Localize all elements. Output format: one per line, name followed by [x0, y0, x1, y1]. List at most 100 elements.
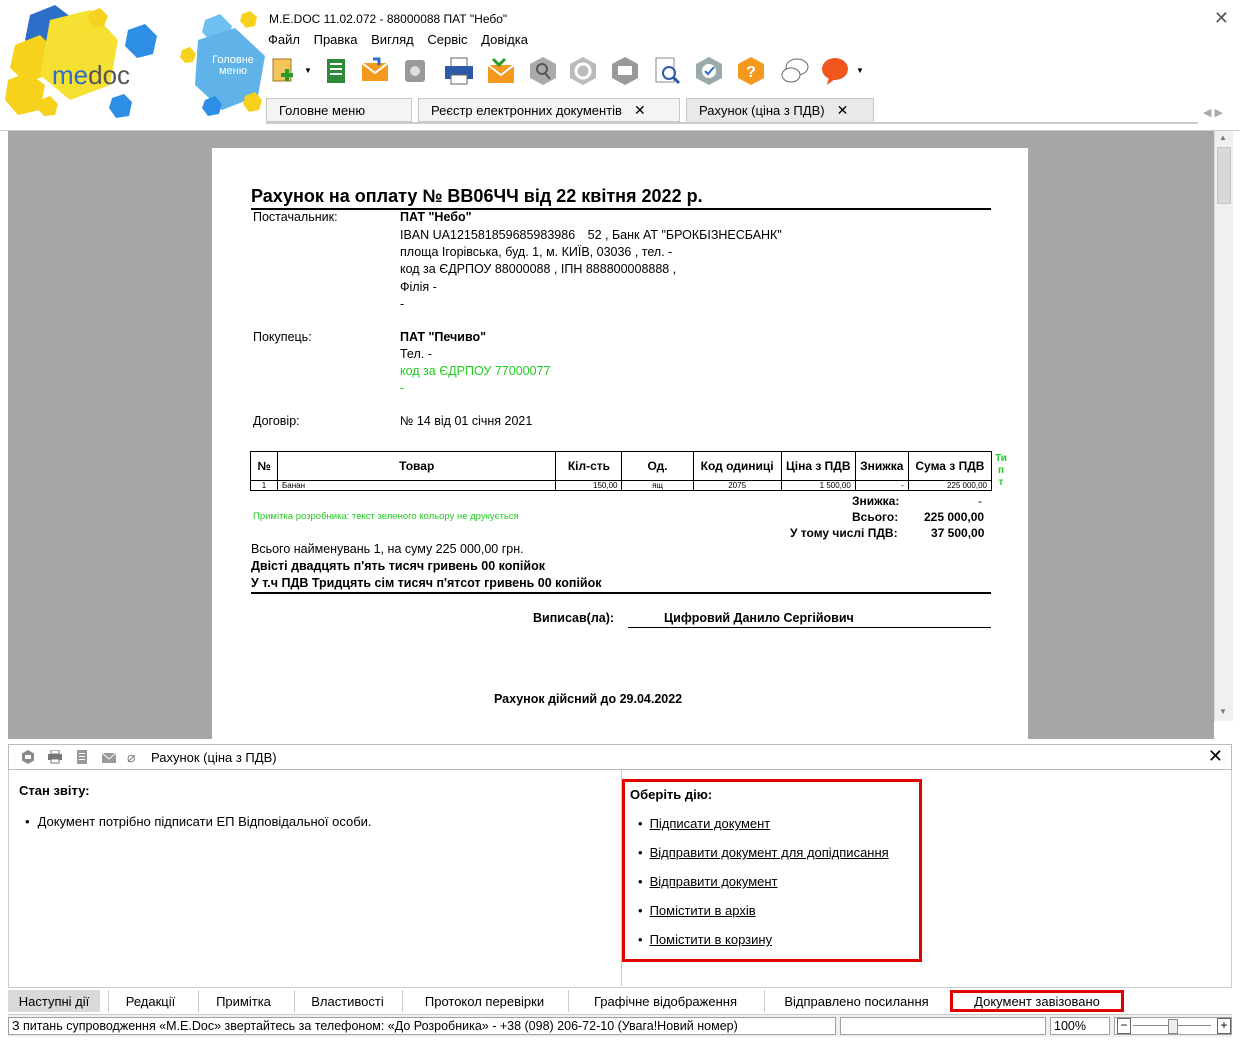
excel-export-icon[interactable]: [318, 54, 352, 88]
cell-no: 1: [249, 480, 279, 491]
supplier-name: ПАТ "Небо": [400, 210, 472, 224]
feedback-dropdown-icon[interactable]: ▼: [856, 66, 864, 75]
zoom-value: 100%: [1050, 1017, 1110, 1035]
menu-help[interactable]: Довідка: [481, 32, 528, 47]
buyer-code: код за ЄДРПОУ 77000077: [400, 364, 551, 378]
issued-by-name: Цифровий Данило Сергійович: [664, 611, 854, 625]
supplier-label: Постачальник:: [253, 210, 338, 224]
check-icon[interactable]: [692, 54, 726, 88]
menu-view[interactable]: Вигляд: [371, 32, 414, 47]
archive-small-icon[interactable]: [21, 750, 35, 764]
tab-note[interactable]: Примітка: [198, 990, 288, 1012]
action-item: • Помістити в корзину: [638, 932, 773, 947]
contract-label: Договір:: [253, 414, 300, 428]
col-header-no: №: [249, 451, 279, 481]
tab-document-approved[interactable]: Документ завізовано: [950, 990, 1124, 1012]
vat-label: У тому числі ПДВ:: [790, 526, 898, 540]
tab-registry[interactable]: Реєстр електронних документів ✕: [418, 98, 680, 122]
chat-icon[interactable]: [778, 54, 812, 88]
type-side-label: Ти п т: [994, 453, 1008, 489]
col-header-qty: Кіл-сть: [555, 451, 623, 481]
tab-link-sent[interactable]: Відправлено посилання: [764, 990, 948, 1012]
print-small-icon[interactable]: [47, 749, 63, 767]
print-icon[interactable]: [442, 54, 476, 88]
invoice-title: Рахунок на оплату № ВВ06ЧЧ від 22 квітня…: [251, 186, 703, 206]
scrollbar-thumb[interactable]: [1217, 147, 1231, 204]
tab-revisions[interactable]: Редакції: [108, 990, 192, 1012]
total-value: 225 000,00: [924, 510, 985, 524]
signature-line: [628, 627, 991, 628]
refresh-icon[interactable]: [566, 54, 600, 88]
scroll-down-icon[interactable]: ▼: [1219, 707, 1227, 716]
vat-in-words: У т.ч ПДВ Тридцять сім тисяч п'ятсот гри…: [251, 576, 602, 590]
feedback-icon[interactable]: [818, 54, 852, 88]
attach-icon[interactable]: ⌀: [127, 749, 135, 766]
excel-small-icon[interactable]: [75, 750, 89, 767]
menu-service[interactable]: Сервіс: [427, 32, 467, 47]
actions-highlight-box: Оберіть дію: • Підписати документ • Відпра…: [622, 779, 922, 962]
tab-invoice-close-icon[interactable]: ✕: [837, 102, 849, 119]
move-to-archive-link[interactable]: Помістити в архів: [650, 903, 756, 918]
sign-document-link[interactable]: Підписати документ: [650, 816, 771, 831]
tab-invoice[interactable]: Рахунок (ціна з ПДВ) ✕: [686, 98, 874, 122]
document-scrollbar[interactable]: ▲ ▼: [1214, 131, 1233, 721]
tab-check-protocol[interactable]: Протокол перевірки: [402, 990, 566, 1012]
search-key-icon[interactable]: [526, 54, 560, 88]
new-document-dropdown-icon[interactable]: ▼: [304, 66, 312, 75]
zoom-in-button[interactable]: +: [1217, 1018, 1231, 1034]
tab-home[interactable]: Головне меню: [266, 98, 412, 122]
discount-value: -: [978, 494, 982, 508]
zoom-out-button[interactable]: −: [1117, 1018, 1131, 1034]
col-header-unit: Од.: [621, 451, 694, 481]
action-item: • Помістити в архів: [638, 903, 756, 918]
tab-graphic-view[interactable]: Графічне відображення: [568, 990, 762, 1012]
send-document-link[interactable]: Відправити документ: [650, 874, 778, 889]
total-label: Всього:: [852, 510, 899, 524]
cell-discount: -: [854, 480, 909, 491]
contract-value: № 14 від 01 січня 2021: [400, 414, 533, 428]
window-close-button[interactable]: ✕: [1214, 8, 1229, 29]
cell-price: 1 500,00: [780, 480, 856, 491]
tab-properties[interactable]: Властивості: [294, 990, 400, 1012]
help-icon[interactable]: ?: [734, 54, 768, 88]
zoom-slider[interactable]: − +: [1114, 1017, 1232, 1035]
supplier-address: площа Ігорівська, буд. 1, м. КИЇВ, 03036…: [400, 245, 673, 259]
title-bar: M.E.DOC 11.02.072 - 88000088 ПАТ "Небо" …: [265, 8, 1235, 32]
invoice-sheet: Рахунок на оплату № ВВ06ЧЧ від 22 квітня…: [212, 148, 1028, 739]
zoom-thumb[interactable]: [1168, 1019, 1178, 1034]
panel-title: Рахунок (ціна з ПДВ): [151, 750, 277, 765]
menu-file[interactable]: Файл: [268, 32, 300, 47]
new-document-icon[interactable]: [266, 54, 300, 88]
panel-body: Стан звіту: • Документ потрібно підписати…: [8, 770, 1232, 988]
goods-table-header: № Товар Кіл-сть Од. Код одиниці Ціна з П…: [249, 451, 993, 481]
archive-icon[interactable]: [608, 54, 642, 88]
send-for-cosign-link[interactable]: Відправити документ для допідписання: [650, 845, 889, 860]
col-header-price: Ціна з ПДВ: [780, 451, 856, 481]
home-menu-button[interactable]: Головне меню: [205, 55, 261, 77]
tab-underline: [266, 122, 1198, 124]
supplier-iban: IBAN UA121581859685983986 52 , Банк АТ "…: [400, 228, 782, 242]
discount-label: Знижка:: [852, 494, 900, 508]
preview-icon[interactable]: [650, 54, 684, 88]
buyer-name: ПАТ "Печиво": [400, 330, 487, 344]
cell-unit-code: 2075: [692, 480, 782, 491]
send-mail-icon[interactable]: [358, 54, 392, 88]
actions-heading: Оберіть дію:: [630, 787, 713, 802]
cell-sum: 225 000,00: [907, 480, 993, 491]
col-header-discount: Знижка: [854, 451, 909, 481]
tab-scroll-arrows-icon[interactable]: ◀ ▶: [1203, 106, 1223, 119]
panel-header: ⌀ Рахунок (ціна з ПДВ) ✕: [8, 744, 1232, 770]
tab-registry-close-icon[interactable]: ✕: [634, 102, 646, 119]
scroll-up-icon[interactable]: ▲: [1219, 133, 1227, 142]
move-to-trash-link[interactable]: Помістити в корзину: [650, 932, 773, 947]
svg-text:?: ?: [746, 64, 756, 81]
tab-invoice-label: Рахунок (ціна з ПДВ): [699, 103, 825, 118]
stamp-icon[interactable]: [398, 54, 432, 88]
tab-next-actions[interactable]: Наступні дії: [8, 990, 100, 1012]
mail-small-icon[interactable]: [101, 750, 117, 767]
panel-close-button[interactable]: ✕: [1208, 746, 1223, 767]
receive-mail-icon[interactable]: [484, 54, 518, 88]
menu-edit[interactable]: Правка: [314, 32, 358, 47]
supplier-codes: код за ЄДРПОУ 88000088 , ІПН 88880000888…: [400, 262, 677, 276]
status-heading: Стан звіту:: [19, 783, 90, 798]
